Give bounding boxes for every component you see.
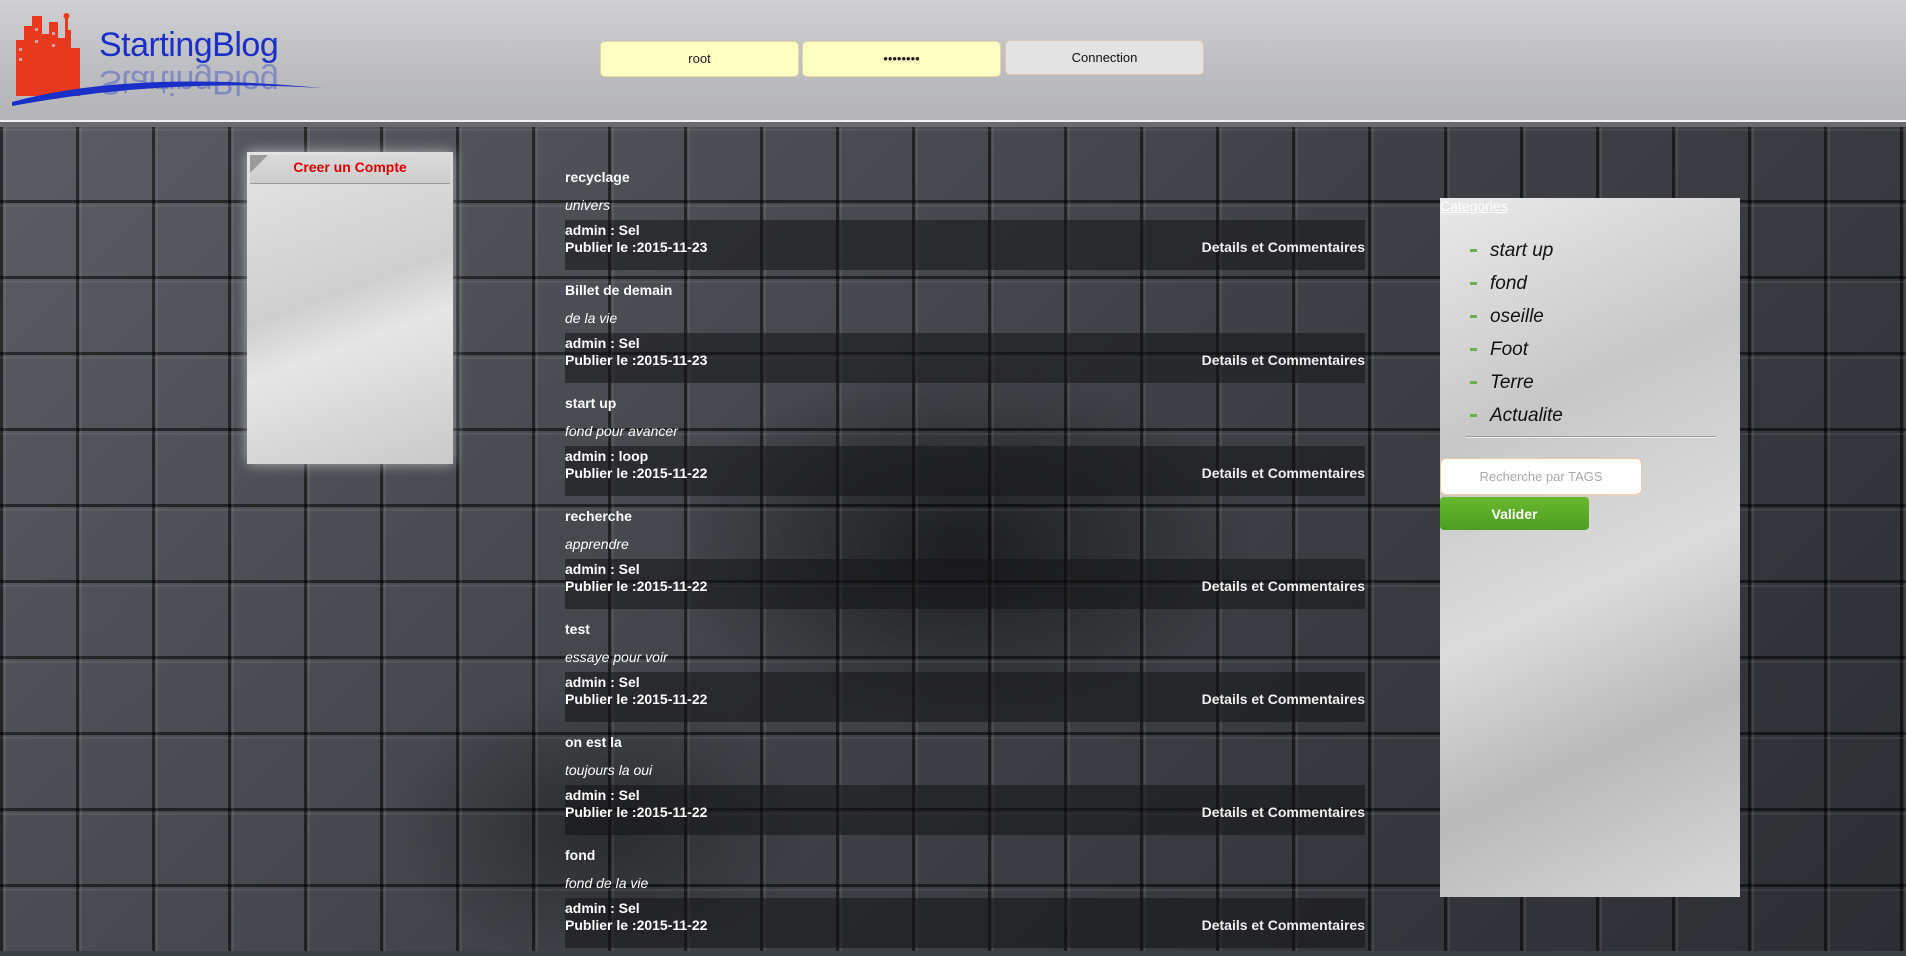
post-author: admin : loop <box>565 448 649 464</box>
validate-button[interactable]: Valider <box>1440 497 1589 530</box>
header-divider <box>0 122 1906 127</box>
details-comments-link[interactable]: Details et Commentaires <box>1202 352 1365 368</box>
category-item[interactable]: Actualite <box>1468 403 1563 436</box>
category-item[interactable]: Terre <box>1468 370 1563 403</box>
post-subtitle: toujours la oui <box>565 762 653 778</box>
categories-sidebar: Categories start up fond oseille Foot Te… <box>1440 198 1740 897</box>
post-subtitle: essaye pour voir <box>565 649 668 665</box>
post-author: admin : Sel <box>565 674 640 690</box>
post-meta: admin : Sel Publier le :2015-11-22 Detai… <box>565 898 1365 948</box>
post-date: Publier le :2015-11-22 <box>565 465 708 481</box>
post-date: Publier le :2015-11-22 <box>565 691 708 707</box>
category-label: oseille <box>1490 306 1544 327</box>
details-comments-link[interactable]: Details et Commentaires <box>1202 917 1365 933</box>
post-meta: admin : Sel Publier le :2015-11-22 Detai… <box>565 559 1365 609</box>
category-item[interactable]: Foot <box>1468 337 1563 370</box>
corner-fold-icon <box>250 155 268 173</box>
post-subtitle: apprendre <box>565 536 629 552</box>
categories-title-link[interactable]: Categories <box>1440 198 1508 214</box>
post-item: fond fond de la vie admin : Sel Publier … <box>565 843 1365 956</box>
bullet-icon <box>1470 348 1477 351</box>
post-title[interactable]: recherche <box>565 508 632 524</box>
post-meta: admin : Sel Publier le :2015-11-22 Detai… <box>565 785 1365 835</box>
bullet-icon <box>1470 381 1477 384</box>
post-item: test essaye pour voir admin : Sel Publie… <box>565 617 1365 730</box>
post-meta: admin : loop Publier le :2015-11-22 Deta… <box>565 446 1365 496</box>
category-item[interactable]: fond <box>1468 271 1563 304</box>
post-date: Publier le :2015-11-23 <box>565 352 708 368</box>
account-panel-header: Creer un Compte <box>250 155 450 184</box>
create-account-link[interactable]: Creer un Compte <box>250 155 450 179</box>
details-comments-link[interactable]: Details et Commentaires <box>1202 239 1365 255</box>
post-date: Publier le :2015-11-23 <box>565 239 708 255</box>
category-label: fond <box>1490 273 1527 294</box>
post-author: admin : Sel <box>565 561 640 577</box>
post-meta: admin : Sel Publier le :2015-11-22 Detai… <box>565 672 1365 722</box>
connection-button[interactable]: Connection <box>1005 40 1204 75</box>
details-comments-link[interactable]: Details et Commentaires <box>1202 465 1365 481</box>
post-item: start up fond pour avancer admin : loop … <box>565 391 1365 504</box>
post-list: recyclage univers admin : Sel Publier le… <box>565 165 1365 956</box>
post-title[interactable]: fond <box>565 847 595 863</box>
password-input[interactable]: •••••••• <box>802 41 1001 77</box>
page-header: StartingBlog StartingBlog root •••••••• … <box>0 0 1906 122</box>
bullet-icon <box>1470 414 1477 417</box>
details-comments-link[interactable]: Details et Commentaires <box>1202 578 1365 594</box>
post-meta: admin : Sel Publier le :2015-11-23 Detai… <box>565 333 1365 383</box>
post-title[interactable]: Billet de demain <box>565 282 672 298</box>
post-author: admin : Sel <box>565 787 640 803</box>
post-item: recherche apprendre admin : Sel Publier … <box>565 504 1365 617</box>
post-meta: admin : Sel Publier le :2015-11-23 Detai… <box>565 220 1365 270</box>
post-item: Billet de demain de la vie admin : Sel P… <box>565 278 1365 391</box>
post-author: admin : Sel <box>565 900 640 916</box>
post-date: Publier le :2015-11-22 <box>565 804 708 820</box>
category-divider <box>1466 436 1716 438</box>
post-title[interactable]: test <box>565 621 590 637</box>
category-list: start up fond oseille Foot Terre Actuali… <box>1468 238 1563 436</box>
category-item[interactable]: start up <box>1468 238 1563 271</box>
post-subtitle: univers <box>565 197 611 213</box>
account-panel: Creer un Compte <box>247 152 453 464</box>
post-title[interactable]: on est la <box>565 734 622 750</box>
tag-search-input[interactable] <box>1440 458 1642 495</box>
category-label: Terre <box>1490 372 1534 393</box>
post-date: Publier le :2015-11-22 <box>565 917 708 933</box>
post-subtitle: de la vie <box>565 310 618 326</box>
post-author: admin : Sel <box>565 335 640 351</box>
post-date: Publier le :2015-11-22 <box>565 578 708 594</box>
post-author: admin : Sel <box>565 222 640 238</box>
logo-title-reflection: StartingBlog <box>99 63 279 101</box>
post-item: on est la toujours la oui admin : Sel Pu… <box>565 730 1365 843</box>
logo-title: StartingBlog <box>99 26 279 64</box>
bullet-icon <box>1470 249 1477 252</box>
bullet-icon <box>1470 282 1477 285</box>
post-title[interactable]: start up <box>565 395 616 411</box>
category-item[interactable]: oseille <box>1468 304 1563 337</box>
category-label: Actualite <box>1490 405 1563 426</box>
post-title[interactable]: recyclage <box>565 169 630 185</box>
post-subtitle: fond de la vie <box>565 875 649 891</box>
details-comments-link[interactable]: Details et Commentaires <box>1202 804 1365 820</box>
category-label: Foot <box>1490 339 1529 360</box>
post-subtitle: fond pour avancer <box>565 423 678 439</box>
category-label: start up <box>1490 240 1554 261</box>
post-item: recyclage univers admin : Sel Publier le… <box>565 165 1365 278</box>
bullet-icon <box>1470 315 1477 318</box>
details-comments-link[interactable]: Details et Commentaires <box>1202 691 1365 707</box>
username-input[interactable]: root <box>600 41 799 77</box>
